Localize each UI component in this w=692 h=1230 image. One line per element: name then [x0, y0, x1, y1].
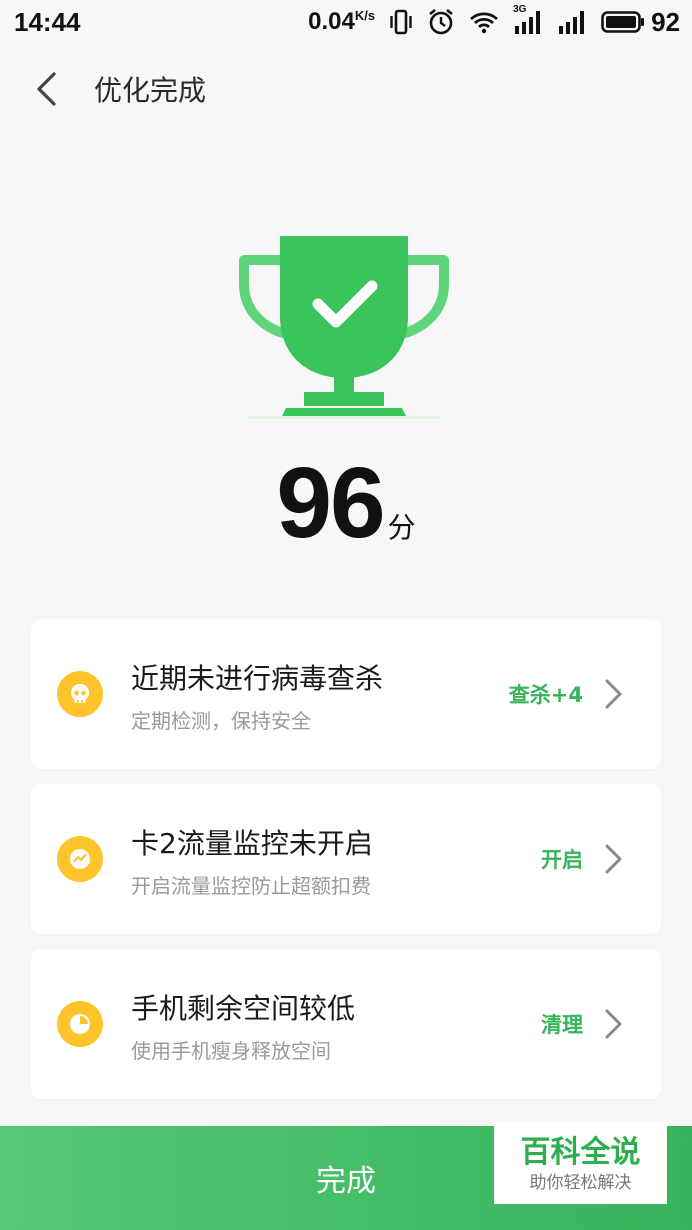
- virus-scan-card[interactable]: 近期未进行病毒查杀 定期检测，保持安全 查杀+4: [31, 619, 661, 769]
- score-value: 96: [276, 447, 385, 559]
- card-subtitle: 开启流量监控防止超额扣费: [131, 874, 371, 898]
- skull-icon: [57, 671, 103, 717]
- card-title: 近期未进行病毒查杀: [131, 662, 384, 695]
- chevron-right-icon: [605, 1009, 622, 1039]
- network-type: 3G: [513, 4, 527, 15]
- page-title: 优化完成: [94, 74, 207, 107]
- battery: 92: [601, 7, 680, 38]
- watermark: 百科全说 助你轻松解决: [494, 1122, 667, 1204]
- back-button[interactable]: [26, 69, 66, 109]
- battery-level: 92: [651, 6, 680, 37]
- card-subtitle: 定期检测，保持安全: [131, 709, 311, 733]
- alarm-icon: [427, 8, 455, 36]
- watermark-subtitle: 助你轻松解决: [529, 1173, 632, 1193]
- storage-space-card[interactable]: 手机剩余空间较低 使用手机瘦身释放空间 清理: [31, 949, 661, 1099]
- trophy-icon: [238, 232, 450, 422]
- network-speed-unit: K/s: [354, 8, 376, 23]
- status-time: 14:44: [14, 6, 81, 37]
- battery-icon: [601, 11, 645, 33]
- signal-3g-icon: 3G: [513, 4, 543, 34]
- network-speed: 0.04K/s: [308, 8, 375, 36]
- traffic-monitor-card[interactable]: 卡2流量监控未开启 开启流量监控防止超额扣费 开启: [31, 784, 661, 934]
- optimization-score: 96 分: [0, 446, 692, 561]
- app-header: 优化完成: [0, 58, 692, 120]
- status-icons: 0.04K/s 3G 92: [308, 4, 680, 38]
- scan-action-button[interactable]: 查杀+4: [509, 679, 583, 709]
- enable-action-button[interactable]: 开启: [541, 844, 583, 874]
- score-unit: 分: [387, 511, 416, 544]
- card-title: 手机剩余空间较低: [131, 992, 356, 1025]
- chevron-right-icon: [605, 844, 622, 874]
- clean-action-button[interactable]: 清理: [541, 1009, 583, 1039]
- pie-chart-icon: [57, 1001, 103, 1047]
- status-bar: 14:44 0.04K/s 3G 92: [0, 0, 692, 44]
- done-button-label: 完成: [316, 1164, 376, 1199]
- card-subtitle: 使用手机瘦身释放空间: [131, 1039, 331, 1063]
- network-speed-value: 0.04: [308, 8, 355, 35]
- chevron-right-icon: [605, 679, 622, 709]
- vibrate-icon: [389, 9, 413, 35]
- card-title: 卡2流量监控未开启: [131, 827, 373, 860]
- signal-icon: [557, 10, 587, 34]
- watermark-title: 百科全说: [520, 1135, 641, 1170]
- traffic-monitor-icon: [57, 836, 103, 882]
- back-arrow-icon: [37, 72, 56, 106]
- wifi-icon: [469, 10, 499, 34]
